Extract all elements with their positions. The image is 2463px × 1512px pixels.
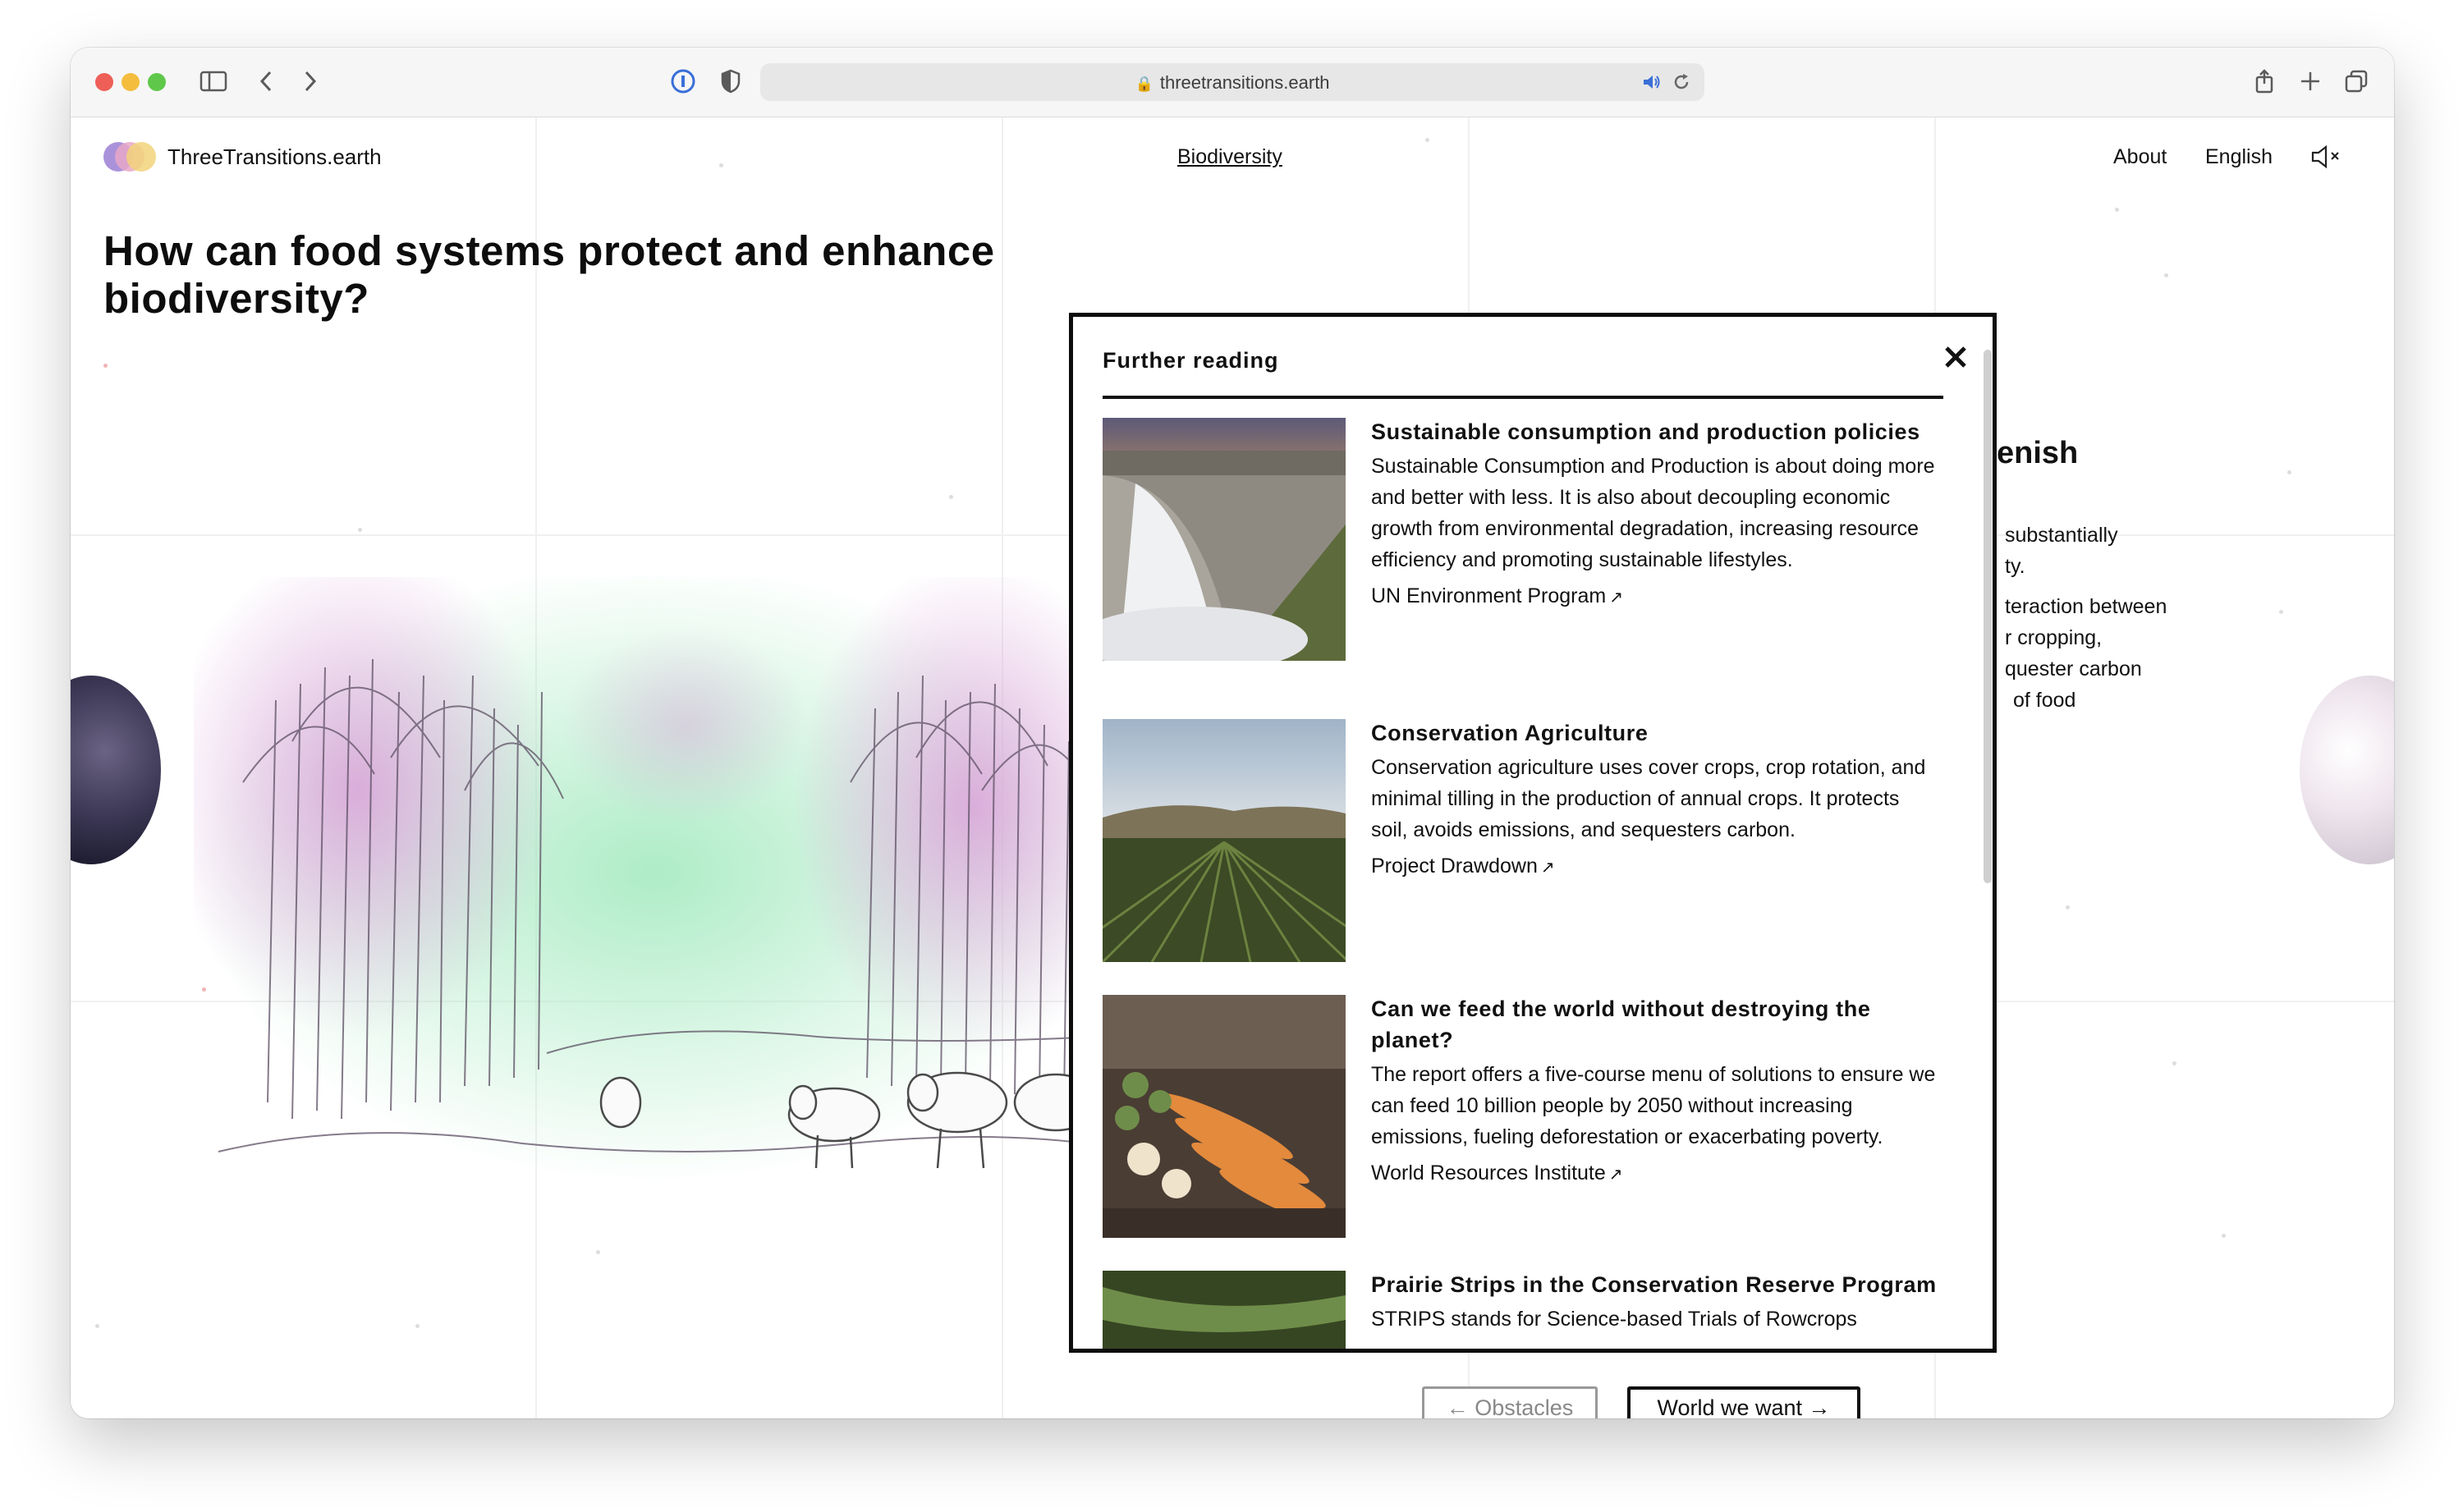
planet-right-nav[interactable] (2300, 676, 2394, 864)
share-icon[interactable] (2248, 62, 2281, 100)
external-link-icon: ↗ (1609, 589, 1623, 607)
reading-item-description: STRIPS stands for Science-based Trials o… (1371, 1308, 1857, 1331)
reading-item-title[interactable]: Prairie Strips in the Conservation Reser… (1371, 1269, 1938, 1300)
logo-circles-icon (103, 142, 156, 172)
reading-item-description: Conservation agriculture uses cover crop… (1371, 756, 1926, 841)
external-link-icon: ↗ (1608, 1166, 1623, 1184)
reading-item-title[interactable]: Can we feed the world without destroying… (1371, 993, 1938, 1056)
zoom-window-button[interactable] (148, 73, 166, 91)
privacy-shield-icon[interactable] (714, 62, 747, 100)
tab-overview-icon[interactable] (2340, 62, 2373, 100)
obstacles-button[interactable]: ← Obstacles (1422, 1386, 1598, 1418)
world-we-want-button[interactable]: World we want → (1627, 1386, 1860, 1418)
reading-item-title[interactable]: Conservation Agriculture (1371, 717, 1938, 749)
reading-item-description: The report offers a five-course menu of … (1371, 1063, 1936, 1148)
browser-toolbar: 🔒 threetransitions.earth (71, 48, 2394, 117)
forest-sheep-illustration (194, 577, 1146, 1184)
reading-item-source-link[interactable]: Project Drawdown ↗ (1371, 850, 1938, 883)
reading-item-source-link[interactable]: UN Environment Program ↗ (1371, 580, 1938, 613)
dam-image[interactable] (1103, 418, 1346, 661)
reading-item-title[interactable]: Sustainable consumption and production p… (1371, 416, 1938, 447)
lock-icon: 🔒 (1135, 76, 1154, 92)
section-heading-fragment: enish (1997, 436, 2079, 470)
reading-item-description: Sustainable Consumption and Production i… (1371, 455, 1935, 571)
nav-about-link[interactable]: About (2113, 145, 2167, 169)
forward-icon[interactable] (294, 62, 327, 100)
audio-playing-icon[interactable] (1642, 72, 1662, 96)
logo-text: ThreeTransitions.earth (167, 144, 382, 169)
farm-field-image[interactable] (1103, 719, 1346, 962)
minimize-window-button[interactable] (122, 73, 140, 91)
url-text: threetransitions.earth (1159, 72, 1330, 93)
language-selector[interactable]: English (2205, 145, 2273, 169)
vegetables-image[interactable] (1103, 995, 1346, 1238)
prairie-strips-image[interactable] (1103, 1271, 1346, 1349)
page-content: ThreeTransitions.earth Biodiversity Abou… (71, 117, 2394, 1418)
page-title: How can food systems protect and enhance… (103, 227, 995, 323)
browser-window: 🔒 threetransitions.earth ThreeTransition… (71, 48, 2394, 1418)
reload-icon[interactable] (1672, 72, 1691, 96)
sidebar-toggle-icon[interactable] (195, 62, 232, 100)
planet-left-nav[interactable] (71, 676, 161, 864)
modal-divider (1103, 396, 1943, 399)
sound-muted-icon[interactable] (2310, 144, 2343, 174)
password-manager-icon[interactable] (667, 62, 699, 100)
site-logo[interactable]: ThreeTransitions.earth (103, 142, 382, 172)
new-tab-icon[interactable] (2294, 62, 2327, 100)
external-link-icon: ↗ (1540, 859, 1555, 877)
further-reading-modal: Further reading Sustainable consumption … (1069, 313, 1997, 1353)
body-text-fragment-2: teraction between r cropping, quester ca… (2005, 595, 2167, 712)
reading-item-source-link[interactable]: World Resources Institute ↗ (1371, 1157, 1938, 1190)
close-window-button[interactable] (95, 73, 113, 91)
modal-title: Further reading (1103, 348, 1279, 373)
nav-biodiversity-link[interactable]: Biodiversity (1177, 145, 1282, 169)
address-bar[interactable]: 🔒 threetransitions.earth (760, 63, 1704, 101)
back-icon[interactable] (250, 62, 282, 100)
modal-scrollbar[interactable] (1984, 350, 1992, 883)
close-icon[interactable] (1940, 341, 1971, 373)
body-text-fragment-1: substantially ty. (2005, 524, 2118, 578)
